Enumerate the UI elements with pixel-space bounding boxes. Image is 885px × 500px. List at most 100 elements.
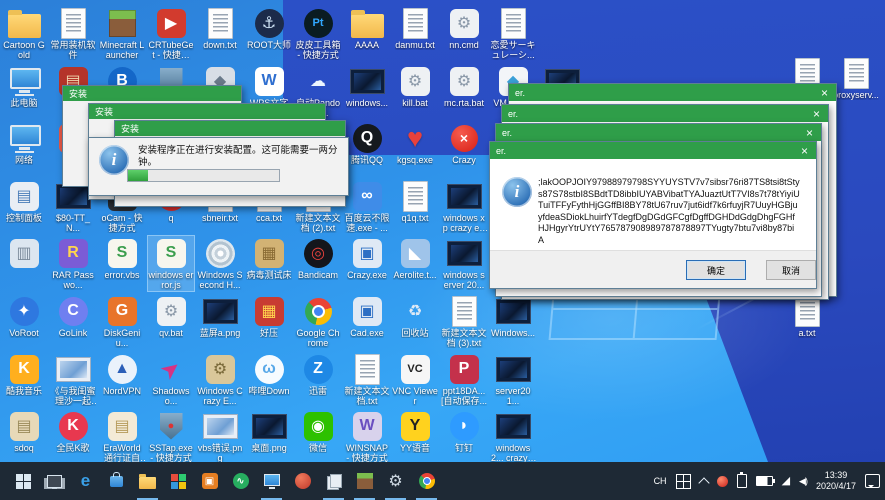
red-app[interactable] xyxy=(287,462,318,500)
desktop-icon[interactable]: windows xp crazy erro... xyxy=(441,179,487,234)
desktop-icon[interactable]: 蓝屏a.png xyxy=(197,294,243,339)
chrome-app[interactable] xyxy=(411,462,442,500)
desktop-icon[interactable]: ⚙ nn.cmd xyxy=(441,6,487,51)
desktop-icon[interactable]: ◎ Bandicam xyxy=(295,236,341,281)
speaker-icon[interactable]: ◀) xyxy=(799,476,808,487)
desktop-icon[interactable]: Pppt18DA... [自动保存... xyxy=(441,352,487,407)
close-icon[interactable]: × xyxy=(799,145,810,157)
usb-icon[interactable] xyxy=(736,472,747,488)
task-view-button[interactable] xyxy=(39,462,70,500)
minecraft-app[interactable] xyxy=(349,462,380,500)
battery-icon[interactable] xyxy=(755,476,775,486)
desktop-icon[interactable]: ⚙ Windows Crazy E... xyxy=(197,352,243,407)
desktop-icon[interactable]: AAAA xyxy=(344,6,390,51)
desktop-icon[interactable]: ⚙ mc.rta.bat xyxy=(441,64,487,109)
my-computer-app[interactable] xyxy=(256,462,287,500)
desktop-icon[interactable]: K 全民K歌 xyxy=(50,409,96,454)
antivirus-tray-icon[interactable] xyxy=(716,475,728,487)
desktop-icon[interactable]: ⚓ ROOT大师 xyxy=(246,6,292,51)
desktop-icon[interactable]: ▲ NordVPN xyxy=(99,352,145,397)
desktop-icon[interactable]: 网络 xyxy=(1,121,47,166)
desktop-icon[interactable]: ▦ 好压 xyxy=(246,294,292,339)
desktop-icon[interactable]: ♻ 回收站 xyxy=(392,294,438,339)
error-title-bar[interactable]: er. × xyxy=(509,84,836,101)
desktop-icon[interactable]: Pt 皮皮工具箱 - 快捷方式 xyxy=(295,6,341,61)
install-title-bar[interactable]: 安装 xyxy=(89,104,325,119)
desktop-icon[interactable]: ▣ Crazy.exe xyxy=(344,236,390,281)
desktop-icon[interactable]: ◗ 钉钉 xyxy=(441,409,487,454)
desktop-icon[interactable]: ⚙ qv.bat xyxy=(148,294,194,339)
language-indicator[interactable]: CH xyxy=(654,476,667,486)
desktop-icon[interactable]: 恋愛サーキュレーシ... xyxy=(490,6,536,61)
desktop-icon[interactable]: q1q.txt xyxy=(392,179,438,224)
desktop-icon[interactable]: 新建文本文档.txt xyxy=(344,352,390,407)
desktop-icon[interactable]: ∞ 百度云不限速.exe - ... xyxy=(344,179,390,234)
orange-box-app[interactable]: ▣ xyxy=(194,462,225,500)
desktop-icon[interactable]: 桌面.png xyxy=(246,409,292,454)
desktop-icon[interactable]: ω 哔哩Down xyxy=(246,352,292,397)
desktop-icon[interactable]: Y YY语音 xyxy=(392,409,438,454)
desktop-icon[interactable]: ▤ sdoq xyxy=(1,409,47,454)
desktop-icon[interactable]: ⚙ kill.bat xyxy=(392,64,438,109)
start-button[interactable] xyxy=(8,462,39,500)
blocks-game-app[interactable] xyxy=(163,462,194,500)
desktop-icon[interactable]: × Crazy xyxy=(441,121,487,166)
desktop-icon[interactable]: ✦ VoRoot xyxy=(1,294,47,339)
edge-app[interactable]: e xyxy=(70,462,101,500)
desktop-icon[interactable]: Serror.vbs xyxy=(99,236,145,281)
desktop-icon[interactable]: 常用装机软件 xyxy=(50,6,96,61)
close-icon[interactable]: × xyxy=(811,108,822,120)
desktop-icon[interactable]: ◉ 微信 xyxy=(295,409,341,454)
desktop-icon[interactable]: ● SSTap.exe - 快捷方式 xyxy=(148,409,194,464)
desktop-icon[interactable]: windows... xyxy=(344,64,390,109)
desktop-icon[interactable]: ▦ 病毒测试床 xyxy=(246,236,292,281)
taskbar-clock[interactable]: 13:39 2020/4/17 xyxy=(816,470,856,492)
desktop-icon[interactable]: server201... xyxy=(490,352,536,407)
error-title-bar[interactable]: er. × xyxy=(502,105,828,122)
install-progress-dialog[interactable]: i 安装程序正在进行安装配置。这可能需要一两分钟。 xyxy=(88,137,349,196)
desktop-icon[interactable]: ➤ Shadowso... xyxy=(148,352,194,407)
desktop-icon[interactable]: K 酷我音乐 xyxy=(1,352,47,397)
install-title-bar[interactable]: 安装 xyxy=(63,86,241,101)
ime-icon[interactable] xyxy=(675,473,691,489)
action-center-icon[interactable] xyxy=(865,474,880,488)
desktop-icon[interactable]: Windows... xyxy=(490,294,536,339)
desktop-icon[interactable]: VC VNC Viewer xyxy=(392,352,438,407)
chevron-up-icon[interactable] xyxy=(697,476,710,489)
desktop-icon[interactable]: 《与我闺蜜理沙一起偷... xyxy=(50,352,96,407)
desktop-icon[interactable]: danmu.txt xyxy=(392,6,438,51)
desktop-icon[interactable]: a.txt xyxy=(784,294,830,339)
desktop-icon[interactable]: windows2... crazy erro... xyxy=(490,409,536,464)
desktop-icon[interactable]: ▣ Cad.exe xyxy=(344,294,390,339)
error-title-bar[interactable]: er. × xyxy=(496,124,821,141)
desktop-icon[interactable]: Swindows error.js xyxy=(147,235,195,292)
desktop-icon[interactable]: ▤EraWorld通行证自动... xyxy=(99,409,145,464)
desktop-icon[interactable]: proxyserv... xyxy=(833,56,879,101)
network-icon[interactable]: ◢ xyxy=(782,475,790,487)
desktop-icon[interactable]: down.txt xyxy=(197,6,243,51)
desktop-icon[interactable]: W WINSNAP - 快捷方式 xyxy=(344,409,390,464)
desktop-icon[interactable]: Q 腾讯QQ xyxy=(344,121,390,166)
desktop-icon[interactable]: 新建文本文档 (3).txt xyxy=(441,294,487,349)
desktop-icon[interactable]: windows server 20... xyxy=(441,236,487,291)
desktop-icon[interactable]: Windows Second H... xyxy=(197,236,243,291)
desktop-icon[interactable]: Minecraft Launcher xyxy=(99,6,145,61)
desktop-icon[interactable]: Cartoon Gold xyxy=(1,6,47,61)
desktop-icon[interactable]: ▥ xyxy=(1,236,47,271)
desktop-icon[interactable]: C GoLink xyxy=(50,294,96,339)
desktop-icon[interactable]: 此电脑 xyxy=(1,64,47,109)
desktop-icon[interactable]: vbs错误.png xyxy=(197,409,243,464)
close-icon[interactable]: × xyxy=(804,127,815,139)
desktop-icon[interactable]: R RAR Passwo... xyxy=(50,236,96,291)
store-app[interactable] xyxy=(101,462,132,500)
desktop-icon[interactable]: ▤ 控制面板 xyxy=(1,179,47,224)
install-title-bar[interactable]: 安装 xyxy=(115,121,345,136)
desktop-icon[interactable]: ◣ Aerolite.t... xyxy=(392,236,438,281)
file-explorer-app[interactable] xyxy=(132,462,163,500)
desktop-icon[interactable]: Z 迅雷 xyxy=(295,352,341,397)
desktop-icon[interactable]: G DiskGeniu... xyxy=(99,294,145,349)
desktop-icon[interactable]: Google Chrome xyxy=(295,294,341,349)
documents-app[interactable] xyxy=(318,462,349,500)
close-icon[interactable]: × xyxy=(819,87,830,99)
desktop-icon[interactable]: ♥ kgsq.exe xyxy=(392,121,438,166)
